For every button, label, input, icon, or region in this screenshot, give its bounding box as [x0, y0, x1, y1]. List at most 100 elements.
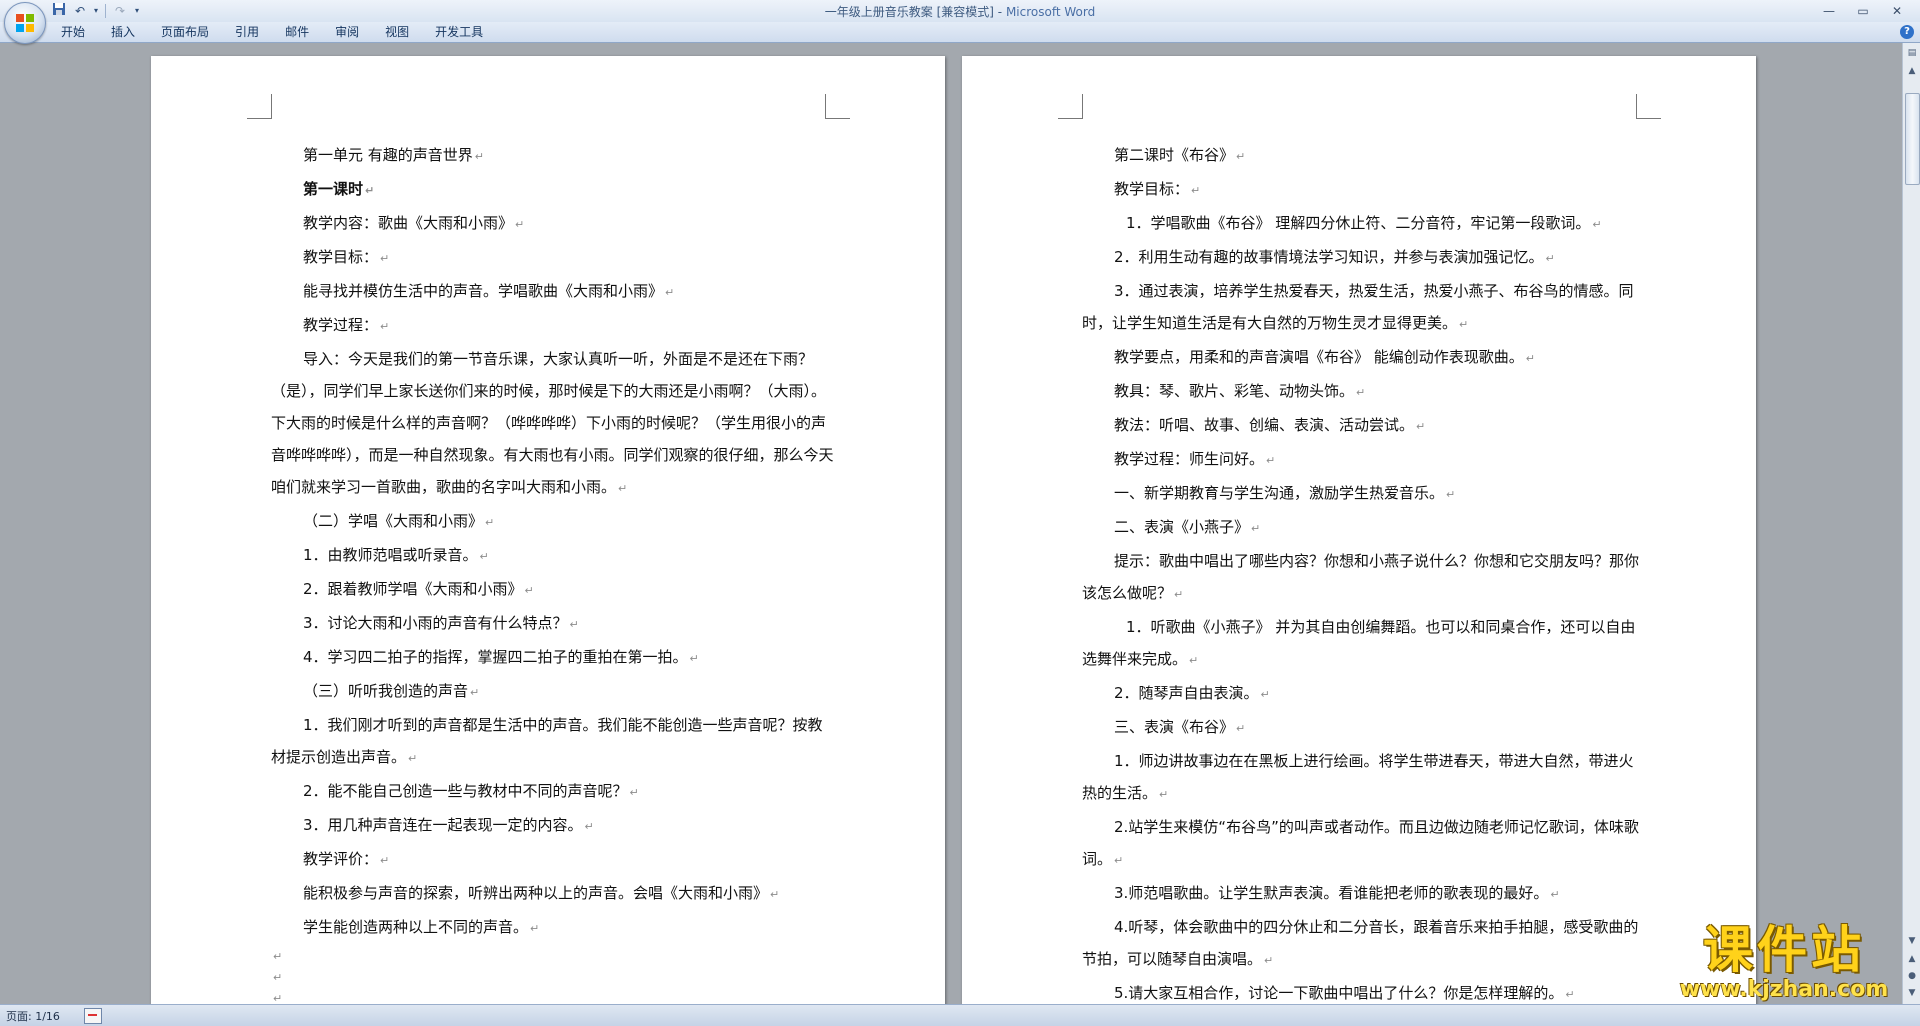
paragraph-text: 5.请大家互相合作，讨论一下歌曲中唱出了什么？你是怎样理解的。 — [1114, 984, 1564, 1002]
page-body-right[interactable]: 第二课时《布谷》 ↵ 教学目标： ↵ 1．学唱歌曲《布谷》 理解四分休止符、二分音符，牢… — [1082, 139, 1647, 1004]
scrollbar-thumb[interactable] — [1905, 93, 1920, 185]
page-indicator[interactable]: 页面: 1/16 — [6, 1008, 60, 1024]
paragraph-mark-icon: ↵ — [584, 820, 594, 833]
title-separator: - — [993, 5, 1006, 19]
paragraph-text: 教具：琴、歌片、彩笔、动物头饰。 — [1114, 382, 1355, 400]
paragraph: 一、新学期教育与学生沟通，激励学生热爱音乐。 ↵ — [1082, 477, 1647, 511]
tab-review[interactable]: 审阅 — [322, 22, 372, 42]
paragraph-text: （三）听听我创造的声音 — [303, 682, 469, 700]
next-page-icon[interactable]: ▼ — [1904, 985, 1920, 1001]
help-icon[interactable]: ? — [1900, 25, 1914, 39]
paragraph-mark-icon: ↵ — [380, 252, 390, 265]
paragraph: 2．能不能自己创造一些与教材中不同的声音呢？ ↵ — [271, 775, 836, 809]
title-bar: ↶ ▾ ↷ ▾ 一年级上册音乐教案 [兼容模式] - Microsoft Wor… — [0, 0, 1920, 22]
tab-page-layout[interactable]: 页面布局 — [148, 22, 222, 42]
tab-mailings[interactable]: 邮件 — [272, 22, 322, 42]
paragraph-mark-icon: ↵ — [1264, 954, 1274, 967]
scroll-down-icon[interactable]: ▼ — [1904, 933, 1920, 949]
paragraph-text: 2．随琴声自由表演。 — [1114, 684, 1259, 702]
ruler-toggle-icon[interactable]: ▤ — [1904, 45, 1920, 61]
paragraph: 2．跟着教师学唱《大雨和小雨》 ↵ — [271, 573, 836, 607]
tab-home[interactable]: 开始 — [48, 22, 98, 42]
paragraph: 4.听琴，体会歌曲中的四分休止和二分音长，跟着音乐来拍手拍腿，感受歌曲的节拍，可… — [1082, 911, 1647, 977]
paragraph: （三）听听我创造的声音 ↵ — [271, 675, 836, 709]
paragraph-mark-icon: ↵ — [515, 218, 525, 231]
paragraph: ↵ — [271, 945, 836, 966]
paragraph: 第一单元 有趣的声音世界 ↵ — [271, 139, 836, 173]
paragraph-text: 2．能不能自己创造一些与教材中不同的声音呢？ — [303, 782, 628, 800]
tab-insert[interactable]: 插入 — [98, 22, 148, 42]
previous-page-icon[interactable]: ▲ — [1904, 951, 1920, 967]
paragraph-text: 3．讨论大雨和小雨的声音有什么特点？ — [303, 614, 568, 632]
paragraph: 教学目标： ↵ — [1082, 173, 1647, 207]
paragraph-mark-icon: ↵ — [1236, 150, 1246, 163]
paragraph-mark-icon: ↵ — [1446, 488, 1456, 501]
paragraph-mark-icon: ↵ — [1266, 454, 1276, 467]
paragraph-mark-icon: ↵ — [1159, 788, 1169, 801]
paragraph: 3.师范唱歌曲。让学生默声表演。看谁能把老师的歌表现的最好。 ↵ — [1082, 877, 1647, 911]
document-page-left[interactable]: 第一单元 有趣的声音世界 ↵ 第一课时 ↵ 教学内容：歌曲《大雨和小雨》 ↵ 教学目标： ↵ 能… — [151, 56, 945, 1004]
paragraph-text: 教学目标： — [1114, 180, 1190, 198]
crop-mark-top-right — [825, 94, 850, 119]
paragraph-text: 能积极参与声音的探索，听辨出两种以上的声音。会唱《大雨和小雨》 — [303, 884, 769, 902]
paragraph-mark-icon: ↵ — [629, 786, 639, 799]
paragraph: 提示：歌曲中唱出了哪些内容？你想和小燕子说什么？你想和它交朋友吗？那你该怎么做呢… — [1082, 545, 1647, 611]
vertical-scrollbar[interactable]: ▤ ▲ ▼ ▲ ● ▼ — [1902, 43, 1920, 1004]
paragraph: 3．讨论大雨和小雨的声音有什么特点？ ↵ — [271, 607, 836, 641]
crop-mark-top-left — [1058, 94, 1083, 119]
paragraph: 4．学习四二拍子的指挥，掌握四二拍子的重拍在第一拍。 ↵ — [271, 641, 836, 675]
minimize-icon[interactable]: — — [1812, 2, 1846, 20]
paragraph: 2.站学生来模仿“布谷鸟”的叫声或者动作。而且边做边随老师记忆歌词，体味歌词。 ↵ — [1082, 811, 1647, 877]
paragraph-text: 提示：歌曲中唱出了哪些内容？你想和小燕子说什么？你想和它交朋友吗？那你该怎么做呢… — [1082, 552, 1640, 602]
paragraph-mark-icon: ↵ — [618, 482, 628, 495]
paragraph-mark-icon: ↵ — [1191, 184, 1201, 197]
ribbon-tabs: 开始 插入 页面布局 引用 邮件 审阅 视图 开发工具 — [48, 22, 496, 42]
paragraph-mark-icon: ↵ — [1356, 386, 1366, 399]
maximize-icon[interactable]: ▭ — [1846, 2, 1880, 20]
paragraph-mark-icon: ↵ — [470, 686, 480, 699]
paragraph-text: 导入：今天是我们的第一节音乐课，大家认真听一听，外面是不是还在下雨？（是），同学… — [271, 350, 834, 496]
document-page-right[interactable]: 第二课时《布谷》 ↵ 教学目标： ↵ 1．学唱歌曲《布谷》 理解四分休止符、二分音符，牢… — [962, 56, 1756, 1004]
tab-references[interactable]: 引用 — [222, 22, 272, 42]
paragraph-text: 1．由教师范唱或听录音。 — [303, 546, 478, 564]
paragraph-text: 3．用几种声音连在一起表现一定的内容。 — [303, 816, 583, 834]
browse-object-icon[interactable]: ● — [1904, 968, 1920, 984]
paragraph-text: 第一课时 — [303, 180, 364, 198]
app-name: Microsoft Word — [1005, 5, 1096, 19]
paragraph: 教学过程： ↵ — [271, 309, 836, 343]
paragraph: 教学要点，用柔和的声音演唱《布谷》 能编创动作表现歌曲。 ↵ — [1082, 341, 1647, 375]
paragraph: 1．我们刚才听到的声音都是生活中的声音。我们能不能创造一些声音呢？按教材提示创造… — [271, 709, 836, 775]
tab-developer[interactable]: 开发工具 — [422, 22, 496, 42]
status-bar: 页面: 1/16 — [0, 1004, 1920, 1026]
proofing-icon[interactable] — [84, 1008, 102, 1024]
paragraph-text: 学生能创造两种以上不同的声音。 — [303, 918, 529, 936]
paragraph-mark-icon: ↵ — [1260, 688, 1270, 701]
office-logo-icon — [16, 14, 34, 32]
paragraph-text: 4.听琴，体会歌曲中的四分休止和二分音长，跟着音乐来拍手拍腿，感受歌曲的节拍，可… — [1082, 918, 1639, 968]
paragraph-text: （二）学唱《大雨和小雨》 — [303, 512, 484, 530]
tab-view[interactable]: 视图 — [372, 22, 422, 42]
paragraph-mark-icon: ↵ — [474, 150, 484, 163]
close-icon[interactable]: ✕ — [1880, 2, 1914, 20]
page-body-left[interactable]: 第一单元 有趣的声音世界 ↵ 第一课时 ↵ 教学内容：歌曲《大雨和小雨》 ↵ 教学目标： ↵ 能… — [271, 139, 836, 1004]
paragraph-mark-icon: ↵ — [1251, 522, 1261, 535]
site-watermark: 课件站 www.kjzhan.com — [1668, 922, 1900, 1002]
document-name: 一年级上册音乐教案 [兼容模式] — [824, 5, 994, 19]
paragraph-mark-icon: ↵ — [1550, 888, 1560, 901]
paragraph: 第二课时《布谷》 ↵ — [1082, 139, 1647, 173]
paragraph-mark-icon: ↵ — [1236, 722, 1246, 735]
paragraph-mark-icon: ↵ — [1189, 654, 1199, 667]
watermark-name: 课件站 — [1703, 921, 1865, 979]
paragraph: 3．通过表演，培养学生热爱春天，热爱生活，热爱小燕子、布谷鸟的情感。同时，让学生… — [1082, 275, 1647, 341]
paragraph-mark-icon: ↵ — [1525, 352, 1535, 365]
paragraph: 第一课时 ↵ — [271, 173, 836, 207]
paragraph: ↵ — [271, 966, 836, 987]
paragraph: 教具：琴、歌片、彩笔、动物头饰。 ↵ — [1082, 375, 1647, 409]
window-title: 一年级上册音乐教案 [兼容模式] - Microsoft Word — [0, 3, 1920, 20]
paragraph: 二、表演《小燕子》 ↵ — [1082, 511, 1647, 545]
paragraph: 2．随琴声自由表演。 ↵ — [1082, 677, 1647, 711]
paragraph-mark-icon: ↵ — [770, 888, 780, 901]
scroll-up-icon[interactable]: ▲ — [1904, 63, 1920, 79]
office-button[interactable] — [4, 2, 46, 44]
paragraph: 能积极参与声音的探索，听辨出两种以上的声音。会唱《大雨和小雨》 ↵ — [271, 877, 836, 911]
